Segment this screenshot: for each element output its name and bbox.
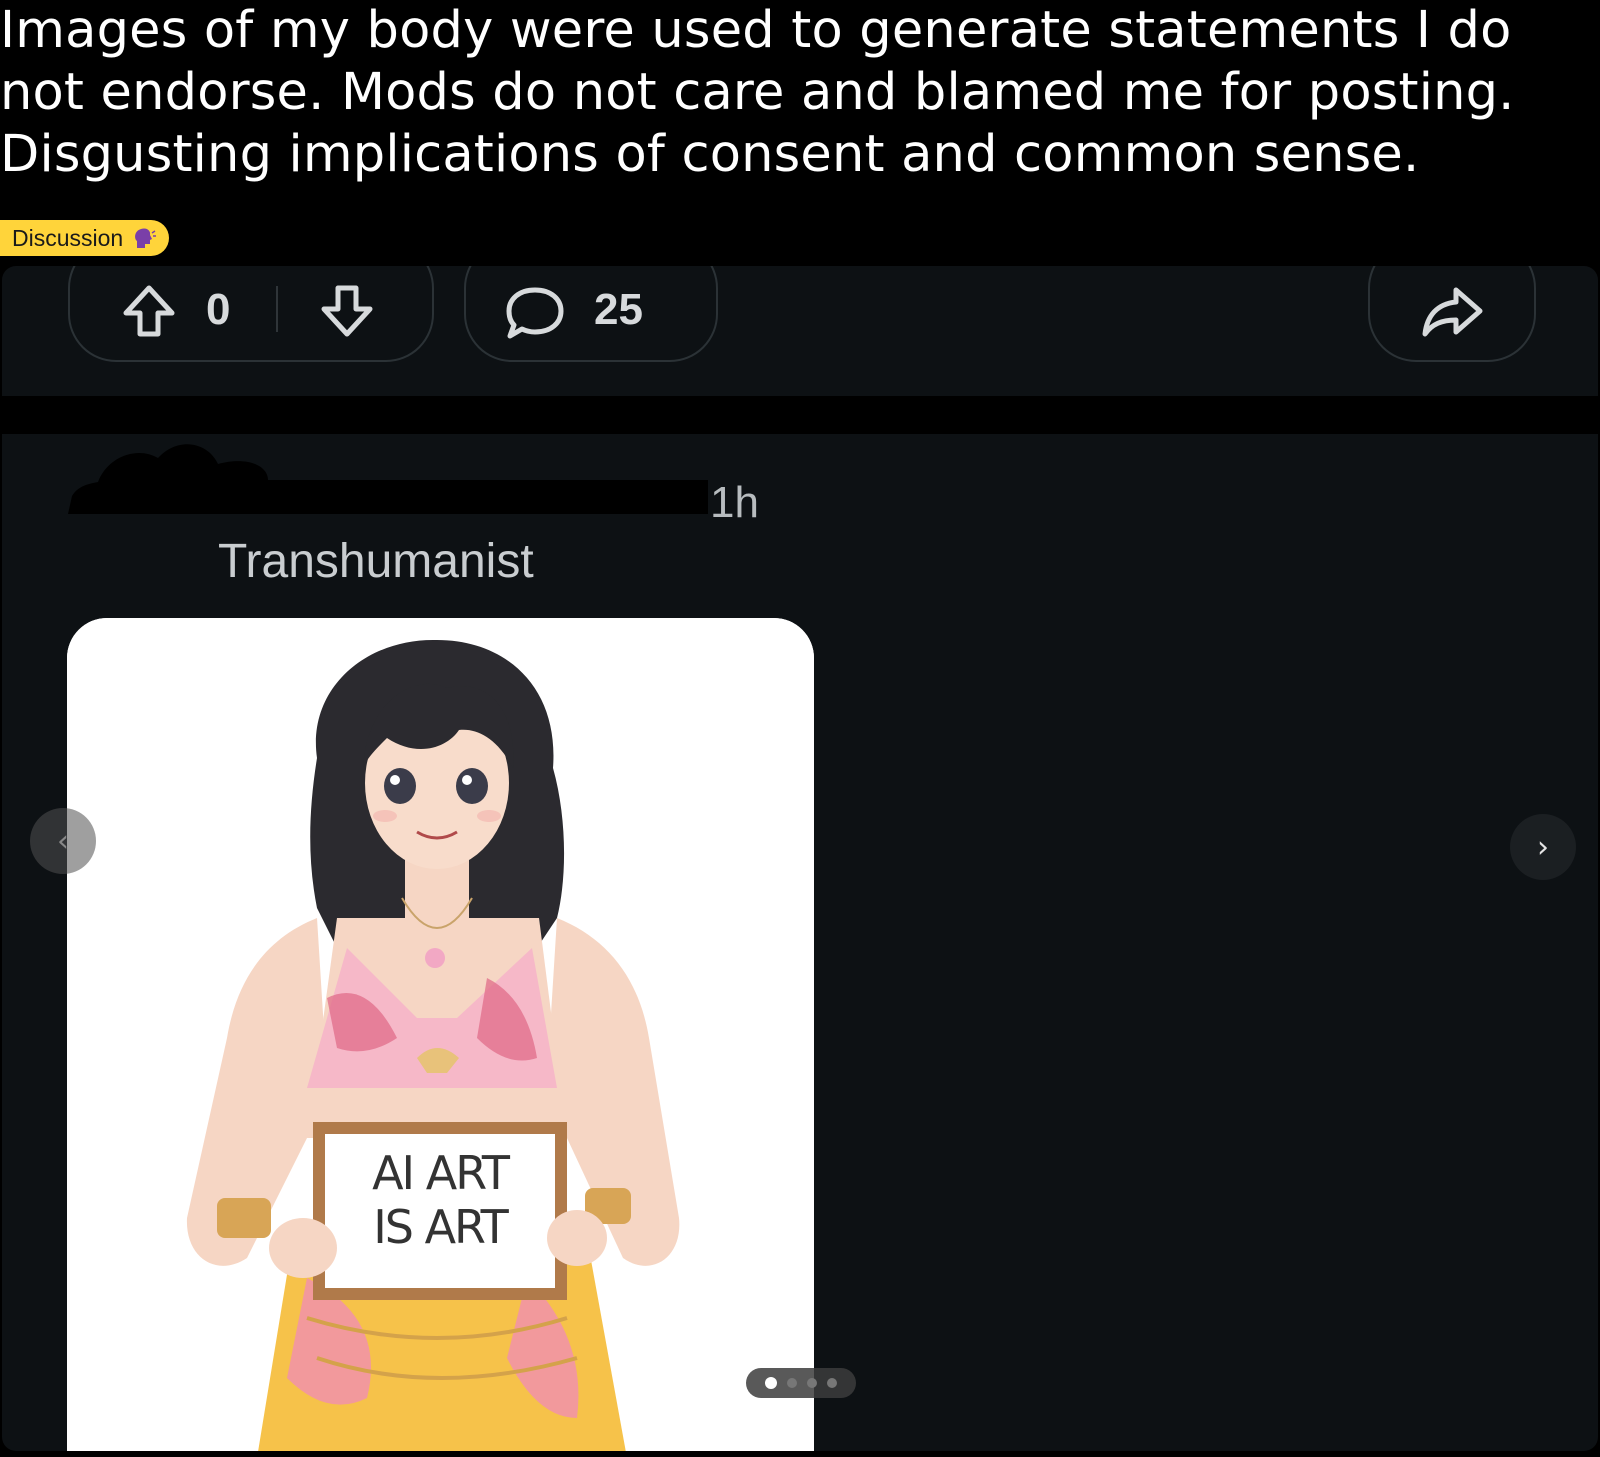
sign-text-block: AI ART IS ART xyxy=(329,1146,551,1254)
vote-divider xyxy=(276,286,278,332)
speaking-head-icon xyxy=(135,228,157,248)
upvote-icon[interactable] xyxy=(120,282,178,344)
carousel-indicator xyxy=(746,1368,856,1398)
vote-bar: 0 xyxy=(68,266,434,362)
vote-count: 0 xyxy=(206,285,231,334)
post-flair[interactable]: Discussion xyxy=(0,220,170,256)
chevron-right-icon: › xyxy=(1537,829,1549,865)
carousel-prev-button[interactable]: ‹ xyxy=(30,808,96,874)
community-name[interactable]: Transhumanist xyxy=(218,534,534,589)
share-icon xyxy=(1420,284,1484,344)
carousel-dot xyxy=(827,1378,837,1388)
downvote-icon[interactable] xyxy=(318,282,376,344)
post-card: 0 25 1h Transhumanist AI ART IS ART ‹ › xyxy=(2,266,1598,1451)
share-button[interactable] xyxy=(1368,266,1536,362)
redacted-username xyxy=(68,444,708,514)
comment-count: 25 xyxy=(594,285,643,334)
carousel-next-button[interactable]: › xyxy=(1510,814,1576,880)
post-title: Images of my body were used to generate … xyxy=(0,1,1515,184)
carousel-dot xyxy=(807,1378,817,1388)
section-divider xyxy=(2,396,1598,434)
sign-line-1: AI ART xyxy=(372,1146,510,1200)
comment-icon xyxy=(504,284,566,346)
comment-timestamp: 1h xyxy=(710,478,759,527)
post-image[interactable]: AI ART IS ART xyxy=(67,618,814,1451)
sign-line-2: IS ART xyxy=(373,1200,509,1254)
comments-button[interactable]: 25 xyxy=(464,266,718,362)
carousel-dot xyxy=(787,1378,797,1388)
anime-illustration xyxy=(67,618,814,1451)
carousel-dot xyxy=(765,1377,777,1389)
flair-label: Discussion xyxy=(12,224,124,251)
chevron-left-icon: ‹ xyxy=(57,823,69,859)
